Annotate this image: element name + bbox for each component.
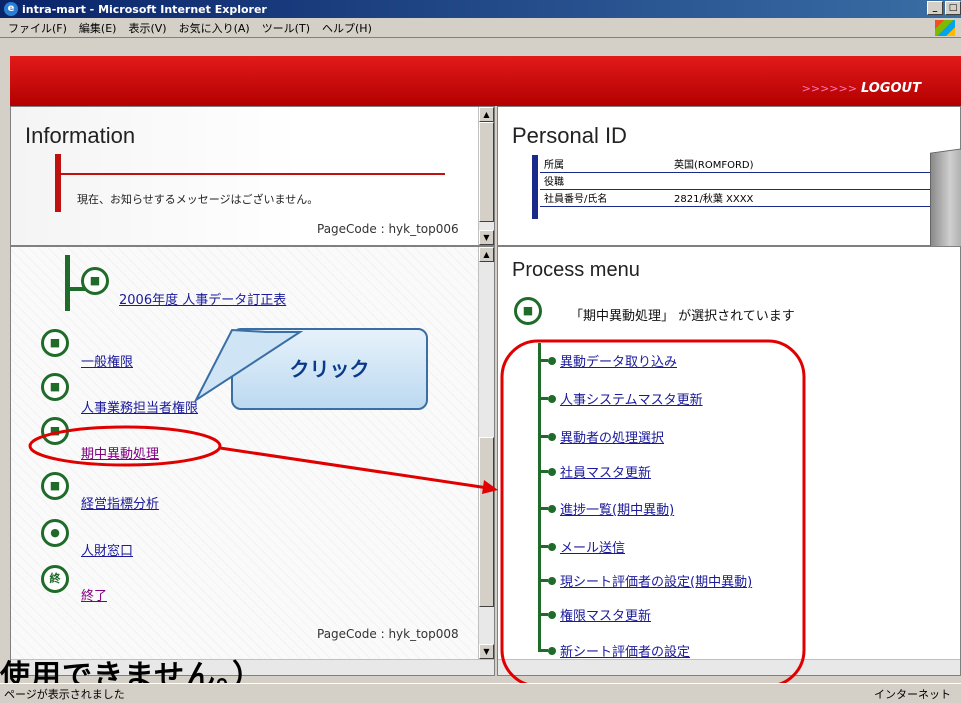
header-banner: >>>>>> LOGOUT (10, 56, 961, 106)
personal-id-title: Personal ID (512, 123, 627, 148)
information-pagecode: PageCode : hyk_top006 (317, 222, 459, 236)
process-item[interactable]: 新シート評価者の設定 (538, 641, 690, 660)
scroll-down-arrow-icon[interactable]: ▼ (479, 644, 494, 659)
information-pane: Information 現在、お知らせするメッセージはございません。 PageC… (10, 106, 495, 246)
scroll-thumb[interactable] (479, 122, 494, 222)
security-zone: インターネット (874, 688, 951, 701)
logout-arrows: >>>>>> (801, 82, 857, 95)
menu-item-midterm-transfer[interactable]: 期中異動処理 (81, 443, 159, 462)
callout-text: クリック (289, 357, 370, 381)
menu-file[interactable]: ファイル(F) (8, 20, 67, 36)
info-accent-bar (55, 154, 61, 212)
process-item[interactable]: 社員マスタ更新 (538, 462, 651, 481)
personal-id-pane: Personal ID 所属 英国(ROMFORD) 役職 社員番号/氏名 2821… (497, 106, 961, 246)
row-label: 所属 (540, 155, 670, 173)
process-item-label[interactable]: 人事システムマスタ更新 (560, 389, 703, 408)
menu-view[interactable]: 表示(V) (128, 20, 166, 36)
windows-logo-icon (935, 20, 955, 36)
row-label: 社員番号/氏名 (540, 189, 670, 207)
info-accent-line (55, 173, 445, 175)
menu-tools[interactable]: ツール(T) (262, 20, 310, 36)
user-icon: ■ (41, 417, 69, 445)
process-item[interactable]: メール送信 (538, 537, 625, 556)
menu-pagecode: PageCode : hyk_top008 (317, 627, 459, 641)
information-title: Information (25, 123, 136, 148)
process-item[interactable]: 進捗一覧(期中異動) (538, 499, 674, 518)
process-item-label[interactable]: メール送信 (560, 537, 625, 556)
main-menu-pane: ■ 2006年度 人事データ訂正表 ■ 一般権限 ■ 人事業務担当者権限 ■ 期… (10, 246, 495, 676)
minimize-button[interactable]: _ (927, 1, 943, 15)
window-controls: _ □ (927, 1, 961, 15)
logout-link[interactable]: >>>>>> LOGOUT (802, 81, 921, 96)
menu-item-analysis[interactable]: 経営指標分析 (81, 493, 159, 512)
menu-item-exit[interactable]: 終了 (81, 585, 107, 604)
process-item-label[interactable]: 異動者の処理選択 (560, 427, 664, 446)
status-text: ページが表示されました (4, 687, 125, 701)
menu-item-general[interactable]: 一般権限 (81, 351, 133, 370)
process-selected-text: 「期中異動処理」 が選択されています (570, 309, 795, 324)
process-item-label[interactable]: 現シート評価者の設定(期中異動) (560, 571, 752, 590)
process-item[interactable]: 異動データ取り込み (538, 351, 677, 370)
row-label: 役職 (540, 172, 670, 190)
process-item-label[interactable]: 新シート評価者の設定 (560, 641, 690, 660)
ie-icon: e (4, 2, 18, 16)
row-value: 英国(ROMFORD) (670, 155, 960, 173)
process-item-label[interactable]: 社員マスタ更新 (560, 462, 651, 481)
window-titlebar: e intra-mart - Microsoft Internet Explor… (0, 0, 961, 18)
user-icon: ■ (41, 373, 69, 401)
process-item-label[interactable]: 進捗一覧(期中異動) (560, 499, 674, 518)
process-menu-pane: Process menu ■ 「期中異動処理」 が選択されています 異動データ取… (497, 246, 961, 676)
menubar: ファイル(F) 編集(E) 表示(V) お気に入り(A) ツール(T) ヘルプ(… (0, 18, 961, 38)
personal-id-table: 所属 英国(ROMFORD) 役職 社員番号/氏名 2821/秋葉 XXXX (540, 155, 960, 207)
form-icon: ■ (81, 267, 109, 295)
scroll-down-arrow-icon[interactable]: ▼ (479, 230, 494, 245)
logout-label: LOGOUT (860, 81, 921, 96)
maximize-button[interactable]: □ (945, 1, 961, 15)
menu-help[interactable]: ヘルプ(H) (322, 20, 372, 36)
process-menu-title: Process menu (512, 259, 640, 281)
info-message: 現在、お知らせするメッセージはございません。 (77, 193, 319, 206)
personal-accent-bar (532, 155, 538, 219)
process-item-label[interactable]: 権限マスタ更新 (560, 605, 651, 624)
scroll-thumb[interactable] (479, 437, 494, 607)
person-icon: ● (41, 519, 69, 547)
exit-icon: 終 (41, 565, 69, 593)
menu-item-talent-desk[interactable]: 人財窓口 (81, 540, 133, 559)
status-bar: ページが表示されました インターネット (0, 683, 961, 703)
table-row: 役職 (540, 172, 960, 190)
menu-accent-bar (65, 255, 70, 311)
table-row: 所属 英国(ROMFORD) (540, 155, 960, 173)
process-hscrollbar[interactable] (498, 659, 960, 675)
scroll-up-arrow-icon[interactable]: ▲ (479, 107, 494, 122)
process-item[interactable]: 異動者の処理選択 (538, 427, 664, 446)
information-scrollbar[interactable]: ▲ ▼ (478, 107, 494, 245)
process-item-label[interactable]: 異動データ取り込み (560, 351, 677, 370)
user-icon: ■ (514, 297, 542, 325)
table-row: 社員番号/氏名 2821/秋葉 XXXX (540, 189, 960, 207)
window-title: intra-mart - Microsoft Internet Explorer (22, 2, 267, 16)
menu-item-2006-correction[interactable]: 2006年度 人事データ訂正表 (119, 289, 286, 308)
process-item[interactable]: 権限マスタ更新 (538, 605, 651, 624)
process-item[interactable]: 人事システムマスタ更新 (538, 389, 703, 408)
menu-favorites[interactable]: お気に入り(A) (179, 20, 250, 36)
user-icon: ■ (41, 329, 69, 357)
menu-edit[interactable]: 編集(E) (79, 20, 117, 36)
user-icon: ■ (41, 472, 69, 500)
click-callout: クリック (231, 328, 428, 410)
scroll-up-arrow-icon[interactable]: ▲ (479, 247, 494, 262)
menu-scrollbar[interactable]: ▲ ▼ (478, 247, 494, 675)
menu-item-hr-staff[interactable]: 人事業務担当者権限 (81, 397, 198, 416)
row-value: 2821/秋葉 XXXX (670, 189, 960, 207)
row-value (670, 172, 960, 190)
process-item[interactable]: 現シート評価者の設定(期中異動) (538, 571, 752, 590)
